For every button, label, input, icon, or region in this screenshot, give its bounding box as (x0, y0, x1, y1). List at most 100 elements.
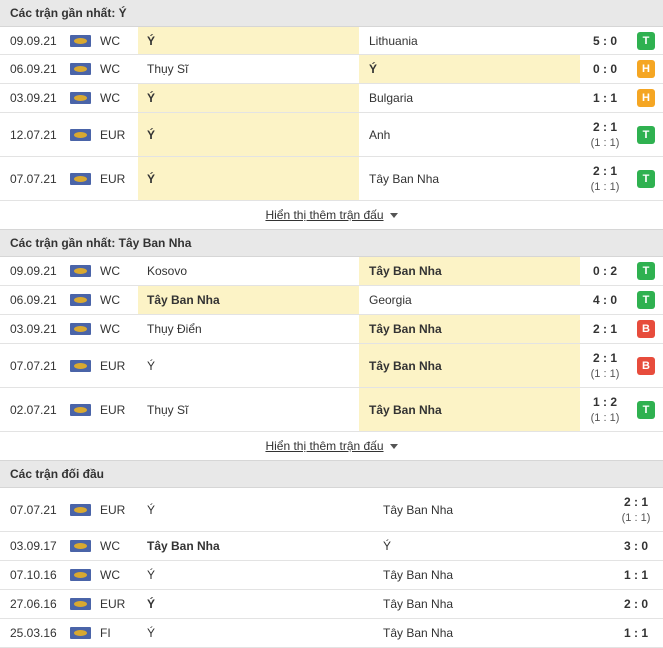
home-team[interactable]: Ý (147, 359, 155, 373)
match-row[interactable]: 07.07.21 EUR Ý Tây Ban Nha 2 : 1 (1 : 1) T (0, 157, 663, 201)
home-team[interactable]: Ý (147, 597, 155, 611)
away-team[interactable]: Tây Ban Nha (369, 264, 442, 278)
home-team[interactable]: Thụy Sĩ (147, 403, 188, 417)
score: 2 : 1 (592, 350, 617, 365)
away-team[interactable]: Tây Ban Nha (383, 597, 453, 611)
competition-label: WC (100, 62, 120, 76)
score: 3 : 0 (623, 539, 648, 553)
home-team[interactable]: Ý (147, 172, 155, 186)
match-row[interactable]: 07.07.21 EUR Ý Tây Ban Nha 2 : 1 (1 : 1) B (0, 344, 663, 388)
halftime-score: (1 : 1) (590, 411, 620, 424)
home-team[interactable]: Ý (147, 91, 155, 105)
section-head-to-head: Các trận đối đầu 07.07.21 EUR Ý Tây Ban Nha… (0, 461, 663, 648)
halftime-score: (1 : 1) (590, 136, 620, 149)
away-team[interactable]: Anh (369, 128, 390, 142)
away-team[interactable]: Tây Ban Nha (369, 359, 442, 373)
section-title: Các trận đối đầu (0, 461, 663, 488)
caret-down-icon (389, 213, 398, 219)
competition-label: EUR (100, 358, 126, 373)
result-badge: T (637, 169, 655, 188)
score: 1 : 2 (592, 394, 617, 409)
home-team[interactable]: Thụy Sĩ (147, 62, 188, 76)
show-more-label[interactable]: Hiển thị thêm trận đấu (265, 208, 383, 222)
competition-flag-icon (70, 265, 91, 277)
match-date: 06.09.21 (10, 62, 57, 76)
match-date: 12.07.21 (10, 127, 57, 142)
match-date: 02.07.21 (10, 402, 57, 417)
home-team[interactable]: Kosovo (147, 264, 187, 278)
match-row[interactable]: 03.09.21 WC Thụy Điển Tây Ban Nha 2 : 1 B (0, 315, 663, 344)
match-date: 27.06.16 (10, 597, 57, 611)
competition-label: WC (100, 322, 120, 336)
score: 2 : 0 (623, 597, 648, 611)
score: 2 : 1 (592, 322, 617, 336)
home-team[interactable]: Ý (147, 34, 155, 48)
match-row[interactable]: 27.06.16 EUR Ý Tây Ban Nha 2 : 0 (0, 590, 663, 619)
halftime-score: (1 : 1) (590, 367, 620, 380)
match-row[interactable]: 06.09.21 WC Thụy Sĩ Ý 0 : 0 H (0, 55, 663, 84)
match-row[interactable]: 12.07.21 EUR Ý Anh 2 : 1 (1 : 1) T (0, 113, 663, 157)
result-badge: B (637, 356, 655, 375)
team-highlight (138, 27, 359, 54)
result-badge: H (637, 60, 655, 78)
competition-flag-icon (70, 403, 91, 416)
competition-flag-icon (70, 569, 91, 581)
away-team[interactable]: Georgia (369, 293, 412, 307)
score: 4 : 0 (592, 293, 617, 307)
match-date: 07.07.21 (10, 171, 57, 186)
section-title: Các trận gần nhất: Tây Ban Nha (0, 230, 663, 257)
competition-flag-icon (70, 627, 91, 639)
home-team[interactable]: Thụy Điển (147, 322, 202, 336)
competition-label: EUR (100, 597, 126, 611)
match-row[interactable]: 07.07.21 EUR Ý Tây Ban Nha 2 : 1 (1 : 1) (0, 488, 663, 532)
result-badge: H (637, 89, 655, 107)
match-row[interactable]: 02.07.21 EUR Thụy Sĩ Tây Ban Nha 1 : 2 (1 : 1… (0, 388, 663, 432)
away-team[interactable]: Bulgaria (369, 91, 413, 105)
away-team[interactable]: Lithuania (369, 34, 418, 48)
away-team[interactable]: Tây Ban Nha (383, 503, 453, 517)
home-team[interactable]: Ý (147, 503, 155, 517)
competition-flag-icon (70, 172, 91, 185)
caret-down-icon (389, 444, 398, 450)
competition-flag-icon (70, 323, 91, 335)
competition-flag-icon (70, 540, 91, 552)
match-date: 03.09.17 (10, 539, 57, 553)
score: 1 : 1 (592, 91, 617, 105)
match-row[interactable]: 07.10.16 WC Ý Tây Ban Nha 1 : 1 (0, 561, 663, 590)
match-row[interactable]: 09.09.21 WC Ý Lithuania 5 : 0 T (0, 27, 663, 55)
competition-flag-icon (70, 92, 91, 104)
competition-label: WC (100, 33, 120, 48)
away-team[interactable]: Tây Ban Nha (383, 626, 453, 640)
away-team[interactable]: Ý (383, 539, 391, 553)
home-team[interactable]: Ý (147, 128, 155, 142)
away-team[interactable]: Tây Ban Nha (369, 172, 439, 186)
competition-flag-icon (70, 359, 91, 372)
competition-label: EUR (100, 127, 126, 142)
competition-flag-icon (70, 503, 91, 516)
home-team[interactable]: Tây Ban Nha (147, 539, 220, 553)
match-row[interactable]: 03.09.17 WC Tây Ban Nha Ý 3 : 0 (0, 532, 663, 561)
show-more-button[interactable]: Hiển thị thêm trận đấu (0, 201, 663, 230)
match-row[interactable]: 25.03.16 FI Ý Tây Ban Nha 1 : 1 (0, 619, 663, 648)
competition-flag-icon (70, 598, 91, 610)
match-row[interactable]: 03.09.21 WC Ý Bulgaria 1 : 1 H (0, 84, 663, 113)
show-more-label[interactable]: Hiển thị thêm trận đấu (265, 439, 383, 453)
competition-label: EUR (100, 402, 126, 417)
home-team[interactable]: Ý (147, 568, 155, 582)
match-row[interactable]: 06.09.21 WC Tây Ban Nha Georgia 4 : 0 T (0, 286, 663, 315)
competition-flag-icon (70, 63, 91, 75)
score: 1 : 1 (623, 626, 648, 640)
competition-label: WC (100, 264, 120, 278)
match-date: 09.09.21 (10, 264, 57, 278)
halftime-score: (1 : 1) (621, 511, 651, 524)
competition-label: EUR (100, 171, 126, 186)
away-team[interactable]: Tây Ban Nha (383, 568, 453, 582)
away-team[interactable]: Tây Ban Nha (369, 322, 442, 336)
home-team[interactable]: Tây Ban Nha (147, 293, 220, 307)
match-row[interactable]: 09.09.21 WC Kosovo Tây Ban Nha 0 : 2 T (0, 257, 663, 286)
team-highlight (138, 157, 359, 200)
away-team[interactable]: Tây Ban Nha (369, 403, 442, 417)
away-team[interactable]: Ý (369, 62, 377, 76)
home-team[interactable]: Ý (147, 626, 155, 640)
show-more-button[interactable]: Hiển thị thêm trận đấu (0, 432, 663, 461)
